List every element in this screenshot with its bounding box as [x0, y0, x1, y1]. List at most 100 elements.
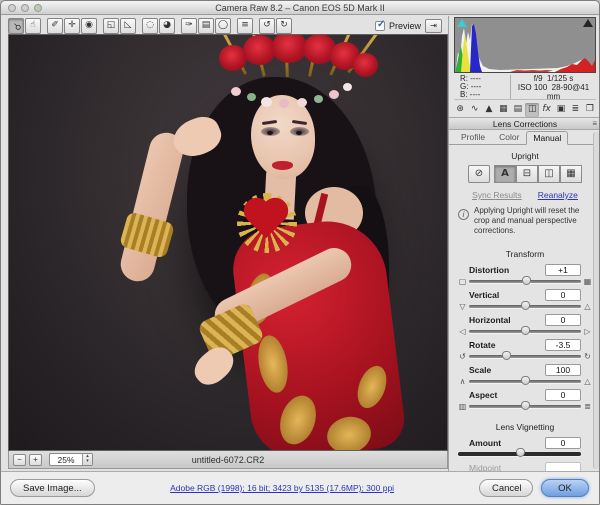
slider-track[interactable] — [469, 305, 581, 308]
slider-track[interactable] — [469, 330, 581, 333]
tab-snapshots[interactable]: ❐ — [583, 103, 597, 117]
tab-basic[interactable]: ⊛ — [453, 103, 467, 117]
panel-header-title: Lens Corrections — [493, 119, 557, 129]
slider-thumb[interactable] — [521, 326, 530, 335]
tab-camera-calibration[interactable]: ▣ — [554, 103, 568, 117]
slider-label: Scale — [469, 365, 545, 375]
targeted-adjustment-tool[interactable]: ◉ — [81, 18, 97, 34]
close-window-button[interactable] — [8, 4, 16, 12]
slider-thumb[interactable] — [502, 351, 511, 360]
subtab-profile[interactable]: Profile — [454, 130, 492, 144]
graduated-filter-tool[interactable]: ▤ — [198, 18, 214, 34]
image-canvas[interactable] — [8, 34, 448, 451]
slider-value-field[interactable]: 0 — [545, 314, 581, 326]
slider-thumb[interactable] — [522, 276, 531, 285]
workflow-options-link[interactable]: Adobe RGB (1998); 16 bit; 3423 by 5135 (… — [170, 483, 394, 493]
tab-tone-curve[interactable]: ∿ — [467, 103, 481, 117]
lens-subtabs: ProfileColorManual — [449, 130, 600, 145]
scale-down-icon: ∧ — [456, 377, 469, 386]
upright-title: Upright — [456, 151, 594, 161]
slider-thumb[interactable] — [521, 301, 530, 310]
hand-tool[interactable]: ☝ — [25, 18, 41, 34]
upright-full-button[interactable]: ▦ — [560, 165, 582, 183]
shot-settings: f/9 1/125 s ISO 100 28-90@41 mm — [511, 74, 596, 101]
red-eye-removal-tool[interactable]: ◕ — [159, 18, 175, 34]
slider-horizontal: Horizontal0◁▷ — [456, 313, 594, 336]
exif-readout: R: ---- G: ---- B: ---- f/9 1/125 s ISO … — [454, 75, 596, 100]
minimize-window-button[interactable] — [21, 4, 29, 12]
slider-value-field[interactable]: 0 — [545, 289, 581, 301]
slider-thumb[interactable] — [521, 401, 530, 410]
zoom-stepper[interactable]: ▴▾ — [82, 454, 92, 465]
rotate-right-button[interactable]: ↻ — [276, 18, 292, 34]
tab-effects[interactable]: fx — [539, 103, 553, 117]
ok-button[interactable]: OK — [541, 479, 589, 497]
upright-off-button[interactable]: ⊘ — [468, 165, 490, 183]
cancel-button[interactable]: Cancel — [479, 479, 533, 497]
slider-track[interactable] — [458, 452, 581, 456]
slider-track[interactable] — [469, 355, 581, 358]
rotate-left-button[interactable]: ↺ — [259, 18, 275, 34]
photo-flower-bud — [247, 93, 256, 101]
histogram — [454, 17, 596, 73]
panel-scrollbar[interactable] — [593, 132, 600, 469]
adjustment-brush-tool[interactable]: ✑ — [181, 18, 197, 34]
fullscreen-toggle-button[interactable]: ⇥ — [425, 19, 442, 33]
zoom-tool[interactable]: ⚲ — [8, 18, 24, 34]
panel-header: Lens Corrections ≡ — [449, 117, 600, 130]
color-sampler-tool[interactable]: ✛ — [64, 18, 80, 34]
slider-track[interactable] — [469, 405, 581, 408]
reanalyze-link[interactable]: Reanalyze — [538, 190, 578, 200]
subtab-manual[interactable]: Manual — [526, 131, 568, 145]
highlight-clipping-toggle[interactable] — [583, 19, 593, 27]
slider-value-field[interactable]: 0 — [545, 389, 581, 401]
photo-eye — [296, 131, 302, 135]
tab-lens-corrections[interactable]: ◫ — [525, 103, 539, 117]
slider-thumb[interactable] — [516, 448, 525, 457]
panel-menu-button[interactable]: ≡ — [592, 118, 597, 130]
slider-thumb[interactable] — [521, 376, 530, 385]
radial-filter-tool[interactable]: ◯ — [215, 18, 231, 34]
slider-value-field[interactable]: 0 — [545, 437, 581, 449]
photo-raised-arm — [117, 129, 187, 285]
panel-tab-strip: ⊛∿▲▦▤◫fx▣≣❐ — [453, 102, 597, 117]
slider-label: Vertical — [469, 290, 545, 300]
slider-track[interactable] — [469, 380, 581, 383]
tab-detail[interactable]: ▲ — [482, 103, 496, 117]
straighten-tool[interactable]: ◺ — [120, 18, 136, 34]
slider-value-field[interactable]: -3.5 — [545, 339, 581, 351]
slider-track[interactable] — [469, 280, 581, 283]
photo-flower-bud — [314, 95, 323, 103]
tab-hsl-grayscale[interactable]: ▦ — [496, 103, 510, 117]
shadow-clipping-toggle[interactable] — [457, 19, 467, 27]
toolbar-tools: ⚲☝ ✐✛◉ ◱◺ ◌◕ ✑▤◯ ≡ ↺↻ — [8, 18, 293, 34]
zoom-out-button[interactable]: − — [13, 454, 26, 466]
window-title: Camera Raw 8.2 – Canon EOS 5D Mark II — [1, 1, 599, 15]
preview-checkbox[interactable]: ✓ — [375, 21, 385, 31]
upright-level-button[interactable]: ⊟ — [516, 165, 538, 183]
photo-rose — [353, 53, 378, 77]
save-image-button[interactable]: Save Image... — [10, 479, 95, 497]
white-balance-tool[interactable]: ✐ — [47, 18, 63, 34]
slider-value-field[interactable]: 100 — [545, 364, 581, 376]
sync-results-link[interactable]: Sync Results — [472, 190, 522, 200]
lens-value: 28-90@41 mm — [547, 83, 589, 101]
zoom-in-button[interactable]: + — [29, 454, 42, 466]
rgb-readout: R: ---- G: ---- B: ---- — [454, 75, 510, 99]
photo-flower-bud — [279, 99, 289, 108]
tab-split-toning[interactable]: ▤ — [511, 103, 525, 117]
histogram-plot — [455, 18, 595, 72]
upright-auto-button[interactable]: A — [494, 165, 516, 183]
slider-scale: Scale100∧△ — [456, 363, 594, 386]
footer-bar: Save Image... Adobe RGB (1998); 16 bit; … — [1, 471, 599, 504]
right-panel: R: ---- G: ---- B: ---- f/9 1/125 s ISO … — [448, 16, 600, 471]
crop-tool[interactable]: ◱ — [103, 18, 119, 34]
zoom-window-button[interactable] — [34, 4, 42, 12]
tab-presets[interactable]: ≣ — [568, 103, 582, 117]
slider-value-field[interactable]: +1 — [545, 264, 581, 276]
spot-removal-tool[interactable]: ◌ — [142, 18, 158, 34]
preferences-button[interactable]: ≡ — [237, 18, 253, 34]
zoom-level-select[interactable]: 25% ▴▾ — [49, 453, 93, 466]
subtab-color[interactable]: Color — [492, 130, 526, 144]
upright-vertical-button[interactable]: ◫ — [538, 165, 560, 183]
